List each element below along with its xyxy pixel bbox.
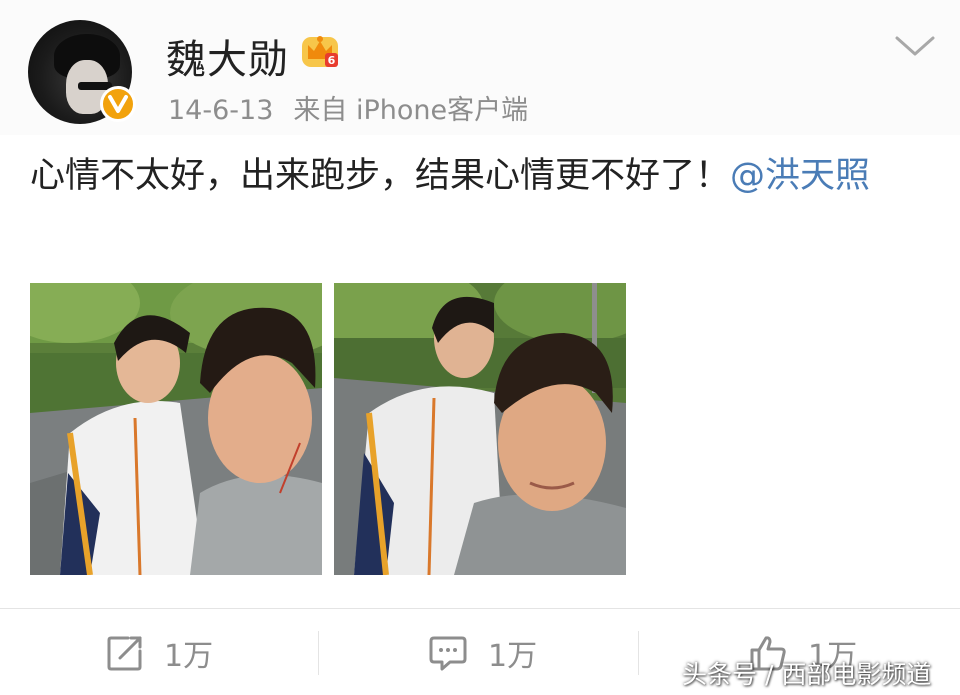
post-text: 心情不太好，出来跑步，结果心情更不好了！@洪天照 (30, 150, 930, 202)
vip-level: 6 (328, 54, 336, 67)
post-meta: 14-6-13 来自 iPhone客户端 (168, 88, 528, 127)
photo-1[interactable] (30, 283, 322, 575)
crown-vip-icon[interactable]: 6 (300, 31, 340, 69)
chevron-down-icon[interactable] (894, 34, 936, 58)
toolbar-separator (638, 631, 639, 675)
post-date: 14-6-13 (168, 95, 274, 126)
username[interactable]: 魏大勋 (166, 27, 289, 85)
watermark: 头条号 / 西部电影频道 (682, 660, 932, 689)
post-body: 心情不太好，出来跑步，结果心情更不好了！ (30, 156, 731, 196)
comment-icon (429, 636, 467, 671)
repost-button[interactable]: 1万 (106, 631, 213, 675)
comment-button[interactable]: 1万 (428, 631, 537, 675)
post-source: 来自 iPhone客户端 (293, 95, 529, 126)
photo-2[interactable] (334, 283, 626, 575)
toolbar-separator (318, 631, 319, 675)
weibo-post: 魏大勋 6 14-6-13 来自 iPhone客户端 心情不太好，出来跑步，结果心… (0, 0, 960, 695)
verified-icon (100, 86, 136, 122)
repost-icon (107, 636, 142, 671)
repost-count: 1万 (164, 639, 214, 674)
comment-count: 1万 (488, 639, 538, 674)
post-header: 魏大勋 6 14-6-13 来自 iPhone客户端 (0, 0, 960, 135)
mention-link[interactable]: @洪天照 (730, 156, 870, 196)
